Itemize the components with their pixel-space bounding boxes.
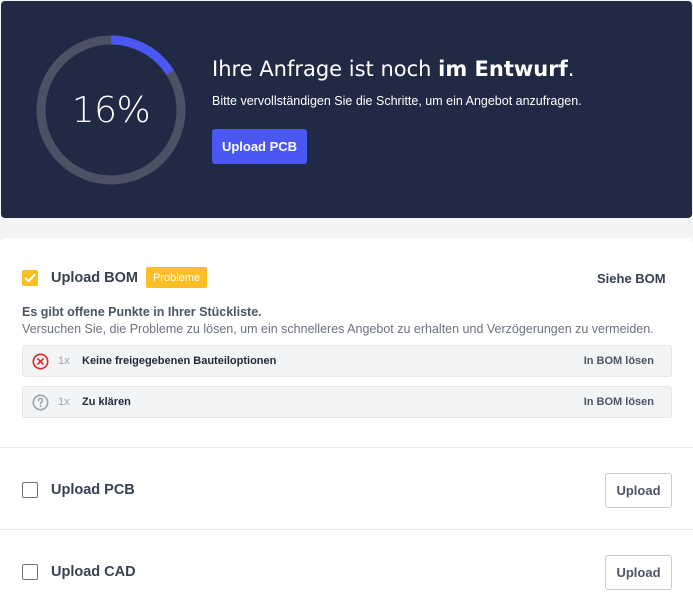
section-divider [0, 529, 693, 530]
upload-cad-button[interactable]: Upload [605, 555, 672, 590]
bom-checkbox[interactable] [22, 270, 38, 286]
issue-row: 1x Zu klären In BOM lösen [22, 386, 672, 418]
title-suffix: . [567, 57, 575, 81]
bom-issues-heading: Es gibt offene Punkte in Ihrer Stücklist… [22, 305, 262, 319]
error-x-icon [32, 353, 49, 370]
steps-card: Upload BOM Probleme Siehe BOM Es gibt of… [0, 238, 693, 600]
bom-issues-description: Versuchen Sie, die Probleme zu lösen, um… [22, 322, 654, 336]
section-divider [0, 447, 693, 448]
upload-pcb-button[interactable]: Upload [605, 473, 672, 508]
pcb-checkbox[interactable] [22, 482, 38, 498]
title-prefix: Ihre Anfrage ist noch [212, 57, 439, 81]
issue-count: 1x [58, 355, 70, 367]
title-status: im Entwurf [438, 57, 568, 81]
question-icon [32, 394, 49, 411]
upload-pcb-primary-button[interactable]: Upload PCB [212, 129, 307, 164]
page-title: Ihre Anfrage ist noch im Entwurf. [212, 57, 574, 81]
progress-banner: 16% Ihre Anfrage ist noch im Entwurf. Bi… [1, 1, 692, 218]
see-bom-link[interactable]: Siehe BOM [597, 271, 666, 286]
problems-badge: Probleme [146, 267, 208, 288]
issue-label: Zu klären [82, 396, 131, 408]
cad-checkbox[interactable] [22, 564, 38, 580]
page-subtitle: Bitte vervollständigen Sie die Schritte,… [212, 94, 582, 108]
issue-count: 1x [58, 396, 70, 408]
resolve-in-bom-link[interactable]: In BOM lösen [584, 355, 654, 367]
bom-step-title: Upload BOM [51, 270, 138, 286]
cad-step-title: Upload CAD [51, 564, 136, 580]
issue-row: 1x Keine freigegebenen Bauteiloptionen I… [22, 345, 672, 377]
progress-ring: 16% [35, 34, 187, 186]
pcb-step-title: Upload PCB [51, 482, 135, 498]
progress-percent: 16% [71, 89, 151, 131]
resolve-in-bom-link[interactable]: In BOM lösen [584, 396, 654, 408]
checkmark-icon [24, 273, 36, 283]
issue-label: Keine freigegebenen Bauteiloptionen [82, 355, 277, 367]
